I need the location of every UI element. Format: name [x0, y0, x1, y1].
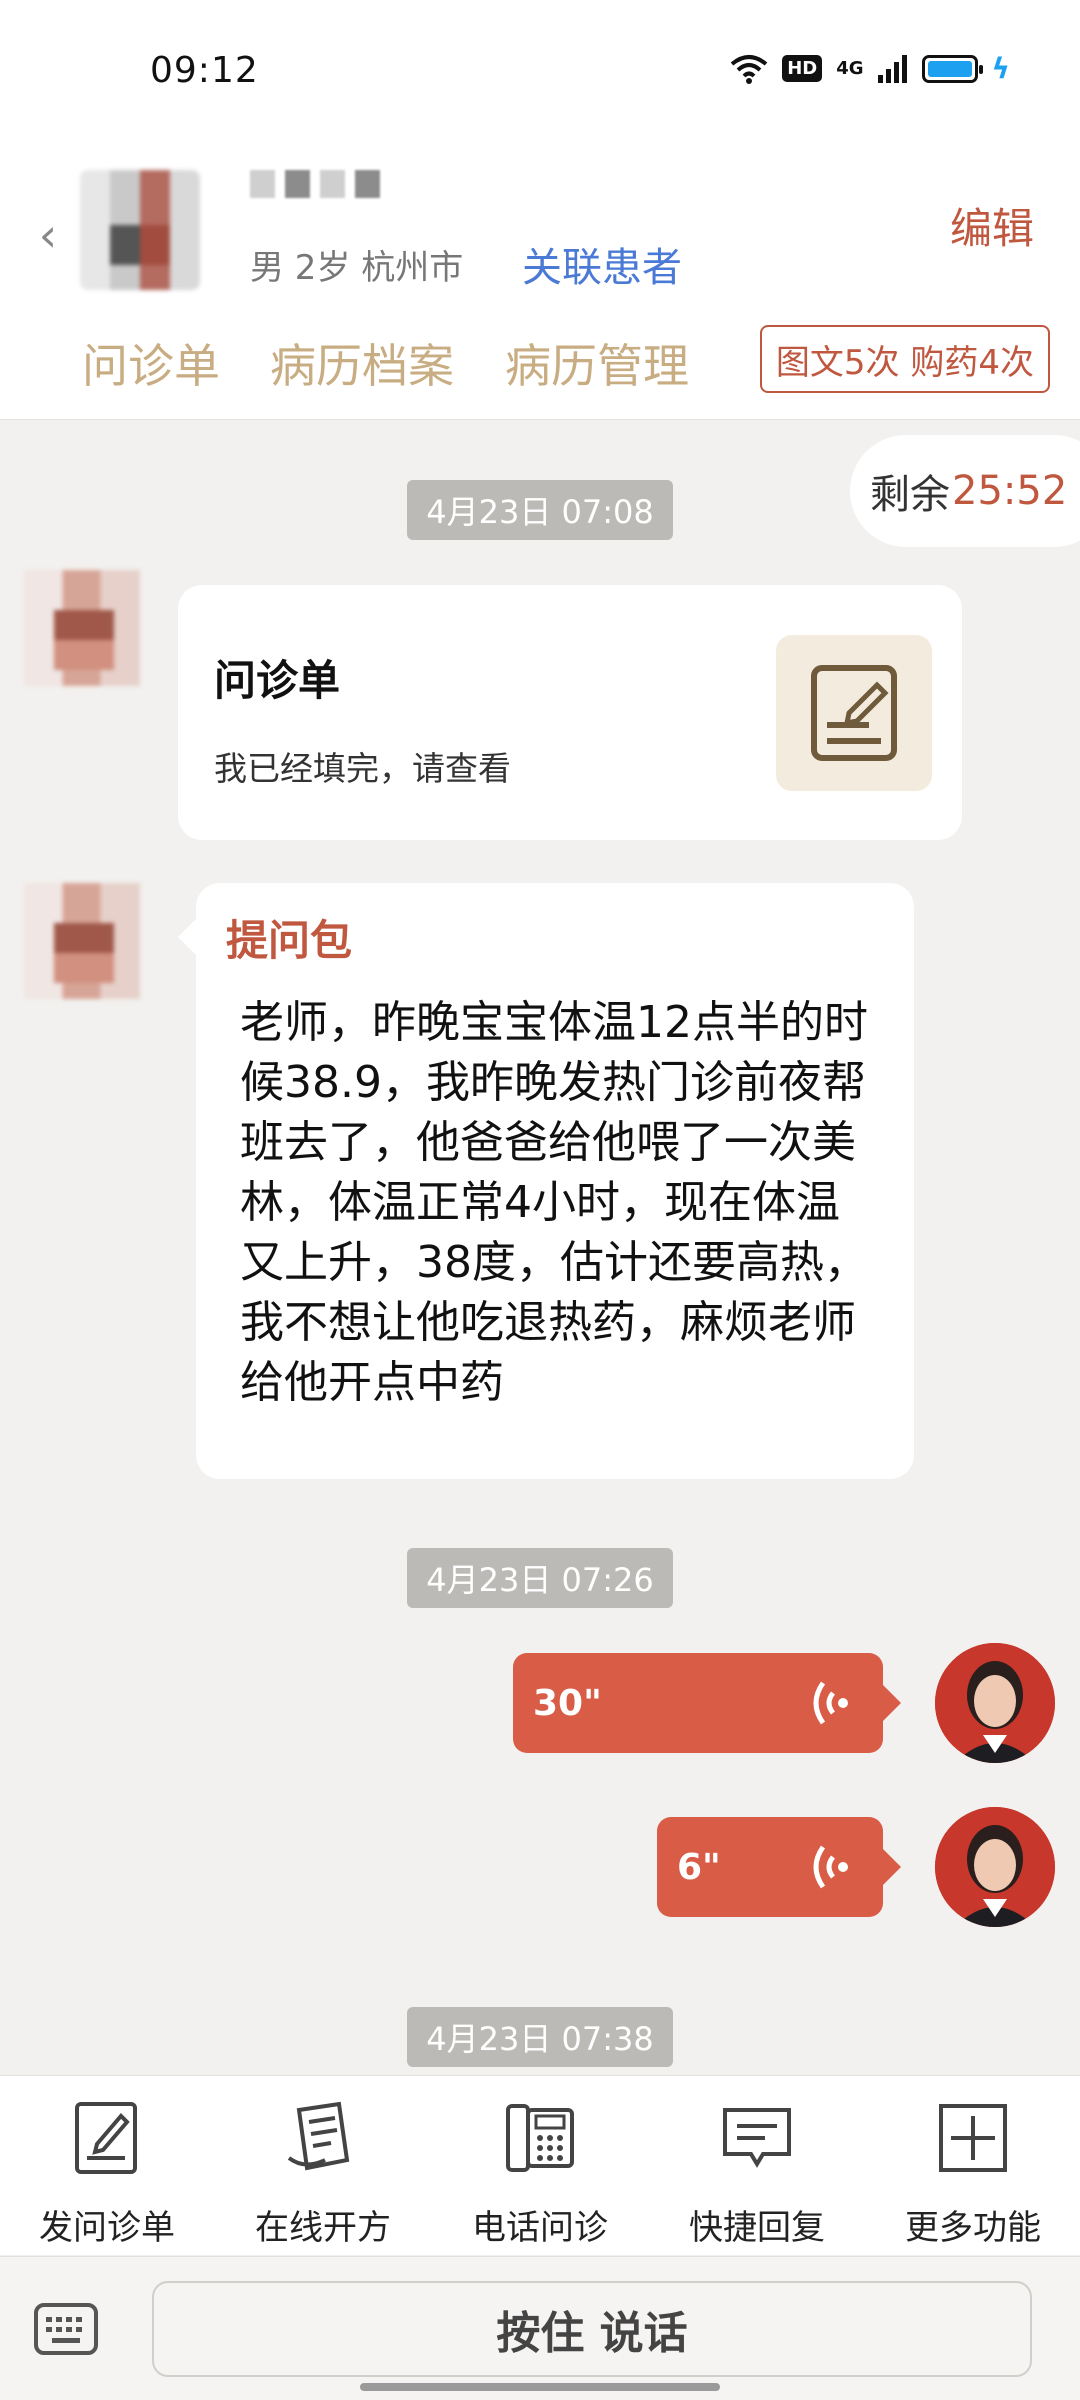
patient-avatar[interactable] — [80, 170, 200, 290]
question-package-label: 提问包 — [226, 916, 353, 965]
status-time: 09:12 — [150, 50, 259, 91]
function-toolbar: 发问诊单 在线开方 电话问诊 快捷回复 更多功能 — [0, 2075, 1080, 2255]
toolbar-label: 更多功能 — [905, 2208, 1041, 2248]
toolbar-label: 发问诊单 — [39, 2208, 175, 2248]
chat-bubble-icon — [723, 2108, 791, 2168]
question-message-bubble[interactable]: 提问包 老师，昨晚宝宝体温12点半的时候38.9，我昨晚发热门诊前夜帮班去了，他… — [178, 883, 914, 1479]
online-prescription-button[interactable]: 在线开方 — [223, 2100, 423, 2249]
consultation-form-card[interactable]: 问诊单 我已经填完，请查看 — [178, 585, 962, 840]
phone-icon — [506, 2104, 574, 2172]
card-subtitle: 我已经填完，请查看 — [214, 749, 511, 788]
patient-name-masked — [250, 170, 380, 200]
tab-record-management[interactable]: 病历管理 — [505, 330, 689, 396]
home-indicator[interactable] — [360, 2383, 720, 2391]
form-document-icon — [776, 635, 932, 791]
message-text: 老师，昨晚宝宝体温12点半的时候38.9，我昨晚发热门诊前夜帮班去了，他爸爸给他… — [240, 997, 868, 1408]
voice-message[interactable]: 30" — [513, 1653, 901, 1753]
form-pen-icon — [75, 2102, 137, 2174]
message-timestamp: 4月23日 07:08 — [407, 480, 673, 540]
wifi-icon — [730, 54, 768, 84]
quick-reply-button[interactable]: 快捷回复 — [657, 2100, 857, 2249]
status-icons: HD 4G ϟ — [730, 52, 1010, 85]
voice-duration: 30" — [533, 1682, 602, 1724]
phone-consult-button[interactable]: 电话问诊 — [440, 2100, 640, 2249]
doctor-avatar[interactable] — [935, 1643, 1055, 1763]
voice-duration: 6" — [677, 1846, 721, 1888]
patient-info: 男 2岁 杭州市 — [250, 248, 464, 288]
hd-badge: HD — [782, 55, 823, 82]
patient-chat-avatar[interactable] — [24, 883, 140, 999]
timer-value: 25:52 — [952, 468, 1068, 514]
hold-to-talk-button[interactable]: 按住 说话 — [152, 2281, 1032, 2377]
network-type: 4G — [836, 58, 864, 79]
edit-button[interactable]: 编辑 — [950, 195, 1034, 256]
toolbar-label: 在线开方 — [255, 2208, 391, 2248]
input-bar: 按住 说话 — [0, 2256, 1080, 2400]
status-bar: 09:12 HD 4G ϟ — [0, 0, 1080, 140]
message-timestamp: 4月23日 07:26 — [407, 1548, 673, 1608]
more-functions-button[interactable]: 更多功能 — [873, 2100, 1073, 2249]
timer-label: 剩余 — [870, 472, 950, 518]
battery-icon — [921, 54, 983, 83]
plus-square-icon — [939, 2104, 1007, 2172]
signal-icon — [877, 54, 907, 83]
tab-medical-records[interactable]: 病历档案 — [270, 330, 454, 396]
toolbar-label: 快捷回复 — [689, 2208, 825, 2248]
toolbar-label: 电话问诊 — [472, 2208, 608, 2248]
message-timestamp: 4月23日 07:38 — [407, 2007, 673, 2067]
voice-message[interactable]: 6" — [657, 1817, 901, 1917]
tab-consultation-form[interactable]: 问诊单 — [82, 330, 220, 396]
link-patient-button[interactable]: 关联患者 — [522, 235, 682, 293]
charging-icon: ϟ — [991, 52, 1010, 85]
card-title: 问诊单 — [214, 656, 341, 705]
service-quota-badge[interactable]: 图文5次 购药4次 — [759, 325, 1050, 393]
voice-wave-icon — [813, 1845, 848, 1889]
prescription-icon — [287, 2101, 350, 2171]
chat-header: ‹ 男 2岁 杭州市 关联患者 编辑 问诊单 病历档案 病历管理 图文5次 购药… — [0, 140, 1080, 420]
back-icon[interactable]: ‹ — [28, 200, 68, 270]
keyboard-icon[interactable] — [34, 2303, 98, 2355]
patient-chat-avatar[interactable] — [24, 570, 140, 686]
voice-wave-icon — [813, 1681, 848, 1725]
send-form-button[interactable]: 发问诊单 — [7, 2100, 207, 2249]
doctor-avatar[interactable] — [935, 1807, 1055, 1927]
remaining-timer: 剩余 25:52 — [850, 435, 1080, 547]
